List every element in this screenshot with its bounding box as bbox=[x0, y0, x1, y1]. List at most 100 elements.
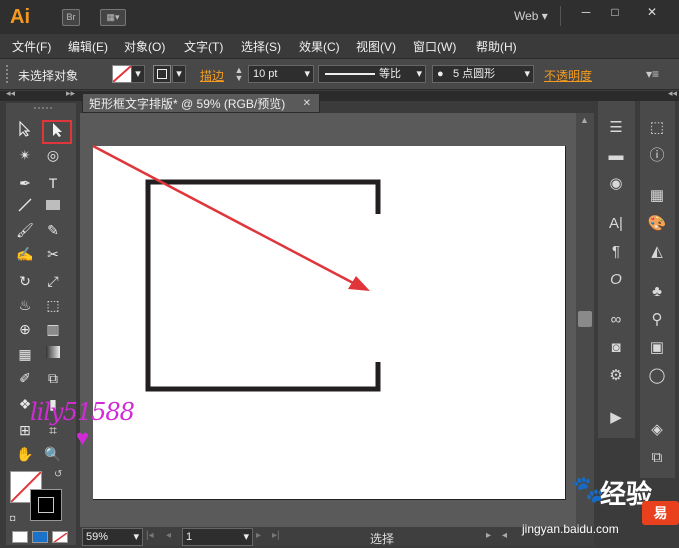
menu-object[interactable]: 对象(O) bbox=[124, 38, 165, 55]
menu-window[interactable]: 窗口(W) bbox=[413, 38, 456, 55]
panel-menu-icon[interactable]: ▾≡ bbox=[646, 67, 659, 81]
opentype-panel-icon[interactable]: O bbox=[601, 269, 631, 291]
image-trace-panel-icon[interactable]: ◙ bbox=[601, 337, 631, 359]
menu-help[interactable]: 帮助(H) bbox=[476, 38, 517, 55]
artboard[interactable] bbox=[93, 146, 566, 500]
pen-tool-icon[interactable]: ✒ bbox=[14, 173, 36, 193]
blob-brush-tool-icon[interactable]: ✍ bbox=[14, 244, 36, 264]
paragraph-panel-icon[interactable]: ¶ bbox=[601, 241, 631, 263]
scroll-left-icon[interactable]: ◂ bbox=[502, 530, 507, 541]
close-button[interactable]: ✕ bbox=[632, 4, 672, 20]
character-panel-icon[interactable]: A| bbox=[601, 213, 631, 235]
collapse-right-icon[interactable]: ◂◂ bbox=[668, 88, 677, 99]
color-guide-panel-icon[interactable]: ◭ bbox=[642, 241, 672, 263]
eyedropper-tool-icon[interactable]: ✐ bbox=[14, 368, 36, 388]
graphic-styles-panel-icon[interactable]: ▣ bbox=[642, 337, 672, 359]
default-colors-icon[interactable]: ◘ bbox=[10, 513, 15, 523]
next-artboard-icon[interactable]: ▸ bbox=[256, 530, 261, 541]
stroke-label[interactable]: 描边 bbox=[200, 67, 224, 84]
maximize-button[interactable]: □ bbox=[603, 4, 627, 20]
links-panel-icon[interactable]: ∞ bbox=[601, 309, 631, 331]
vertical-scrollbar[interactable]: ▲ bbox=[576, 113, 594, 527]
zoom-tool-icon[interactable]: 🔍 bbox=[42, 444, 64, 464]
play-panel-icon[interactable]: ▶ bbox=[601, 407, 631, 429]
collapse-left-icon[interactable]: ◂◂ bbox=[6, 88, 15, 99]
scale-tool-icon[interactable]: ⤢ bbox=[42, 271, 64, 291]
gradient-tool-icon[interactable] bbox=[42, 344, 64, 364]
actions-panel-icon[interactable]: ⚙ bbox=[601, 365, 631, 387]
menu-edit[interactable]: 编辑(E) bbox=[68, 38, 108, 55]
none-mode-icon[interactable] bbox=[52, 531, 68, 543]
workspace-switcher[interactable]: Web ▾ bbox=[514, 9, 548, 23]
gradient-mode-icon[interactable] bbox=[32, 531, 48, 543]
menu-bar: 文件(F) 编辑(E) 对象(O) 文字(T) 选择(S) 效果(C) 视图(V… bbox=[0, 34, 679, 59]
chevron-down-icon: ▾ bbox=[416, 68, 422, 80]
warp-tool-icon[interactable]: ♨ bbox=[14, 295, 36, 315]
scroll-thumb[interactable] bbox=[578, 311, 592, 327]
opacity-label[interactable]: 不透明度 bbox=[544, 67, 592, 84]
scroll-up-icon[interactable]: ▲ bbox=[580, 115, 589, 125]
first-artboard-icon[interactable]: |◂ bbox=[146, 530, 154, 541]
open-rectangle-frame[interactable] bbox=[145, 179, 381, 392]
selection-tool-icon[interactable] bbox=[14, 120, 36, 141]
menu-type[interactable]: 文字(T) bbox=[184, 38, 223, 55]
menu-view[interactable]: 视图(V) bbox=[356, 38, 396, 55]
color-mode-icon[interactable] bbox=[12, 531, 28, 543]
magic-wand-tool-icon[interactable]: ✴ bbox=[14, 145, 36, 165]
artboard-number-field[interactable]: 1 ▾ bbox=[182, 528, 253, 546]
color-panel-icon[interactable]: 🎨 bbox=[642, 213, 672, 235]
lasso-tool-icon[interactable]: ◎ bbox=[42, 145, 64, 165]
stroke-stepper[interactable]: ▲ ▼ bbox=[233, 66, 245, 83]
previous-artboard-icon[interactable]: ◂ bbox=[166, 530, 171, 541]
rectangle-tool-icon[interactable] bbox=[42, 197, 64, 217]
minimize-button[interactable]: ─ bbox=[574, 4, 598, 20]
status-menu-icon[interactable]: ▸ bbox=[486, 530, 491, 541]
stroke-weight-input[interactable]: 10 pt ▾ bbox=[248, 65, 314, 83]
baidu-logo-text: Bai bbox=[522, 472, 566, 503]
hand-tool-icon[interactable]: ✋ bbox=[14, 444, 36, 464]
menu-effect[interactable]: 效果(C) bbox=[299, 38, 340, 55]
close-tab-icon[interactable]: ✕ bbox=[303, 94, 311, 114]
artboards-panel-icon[interactable]: ⧉ bbox=[642, 447, 672, 469]
expand-toolbox-icon[interactable]: ▸▸ bbox=[66, 88, 75, 99]
stroke-swatch[interactable] bbox=[153, 65, 171, 83]
blend-tool-icon[interactable]: ⧉ bbox=[42, 368, 64, 388]
stroke-dropdown[interactable]: ▾ bbox=[172, 65, 186, 83]
chevron-down-icon: ▾ bbox=[243, 531, 249, 543]
transform-panel-icon[interactable]: ⬚ bbox=[642, 117, 672, 139]
brushes-panel-icon[interactable]: ⚲ bbox=[642, 309, 672, 331]
align-panel-icon[interactable]: ☰ bbox=[601, 117, 631, 139]
menu-file[interactable]: 文件(F) bbox=[12, 38, 51, 55]
info-panel-icon[interactable]: ⓘ bbox=[642, 145, 672, 167]
rotate-tool-icon[interactable]: ↻ bbox=[14, 271, 36, 291]
document-tab[interactable]: 矩形框文字排版* @ 59% (RGB/预览) ✕ bbox=[82, 93, 320, 113]
direct-selection-tool-icon[interactable] bbox=[42, 120, 72, 144]
mesh-tool-icon[interactable]: ▦ bbox=[14, 344, 36, 364]
variable-width-profile[interactable]: 等比 ▾ bbox=[318, 65, 426, 83]
gradient-panel-icon[interactable]: ▬ bbox=[601, 145, 631, 167]
appearance-panel-icon[interactable]: ◯ bbox=[642, 365, 672, 387]
scissors-tool-icon[interactable]: ✂ bbox=[42, 244, 64, 264]
perspective-grid-tool-icon[interactable]: ▥ bbox=[42, 319, 64, 339]
arrange-documents-button[interactable]: ▦▾ bbox=[100, 9, 126, 26]
stroke-color-box[interactable] bbox=[30, 489, 62, 521]
fill-dropdown[interactable]: ▾ bbox=[131, 65, 145, 83]
shape-builder-tool-icon[interactable]: ⊕ bbox=[14, 319, 36, 339]
pencil-tool-icon[interactable]: ✎ bbox=[42, 220, 64, 240]
brush-definition[interactable]: ● 5 点圆形 ▾ bbox=[432, 65, 534, 83]
paintbrush-tool-icon[interactable]: 🖌 bbox=[14, 220, 36, 240]
swatches-panel-icon[interactable]: ▦ bbox=[642, 185, 672, 207]
transparency-panel-icon[interactable]: ◉ bbox=[601, 173, 631, 195]
zoom-level-field[interactable]: 59% ▾ bbox=[82, 528, 143, 546]
symbols-panel-icon[interactable]: ♣ bbox=[642, 281, 672, 303]
bridge-button[interactable]: Br bbox=[62, 9, 80, 26]
swap-fill-stroke-icon[interactable]: ↺ bbox=[54, 469, 62, 480]
type-tool-icon[interactable]: T bbox=[42, 173, 64, 193]
free-transform-tool-icon[interactable]: ⬚ bbox=[42, 295, 64, 315]
menu-select[interactable]: 选择(S) bbox=[241, 38, 281, 55]
layers-panel-icon[interactable]: ◈ bbox=[642, 419, 672, 441]
last-artboard-icon[interactable]: ▸| bbox=[272, 530, 280, 541]
fill-swatch[interactable] bbox=[112, 65, 132, 83]
line-segment-tool-icon[interactable] bbox=[14, 197, 36, 217]
chevron-down-icon: ▾ bbox=[133, 531, 139, 543]
